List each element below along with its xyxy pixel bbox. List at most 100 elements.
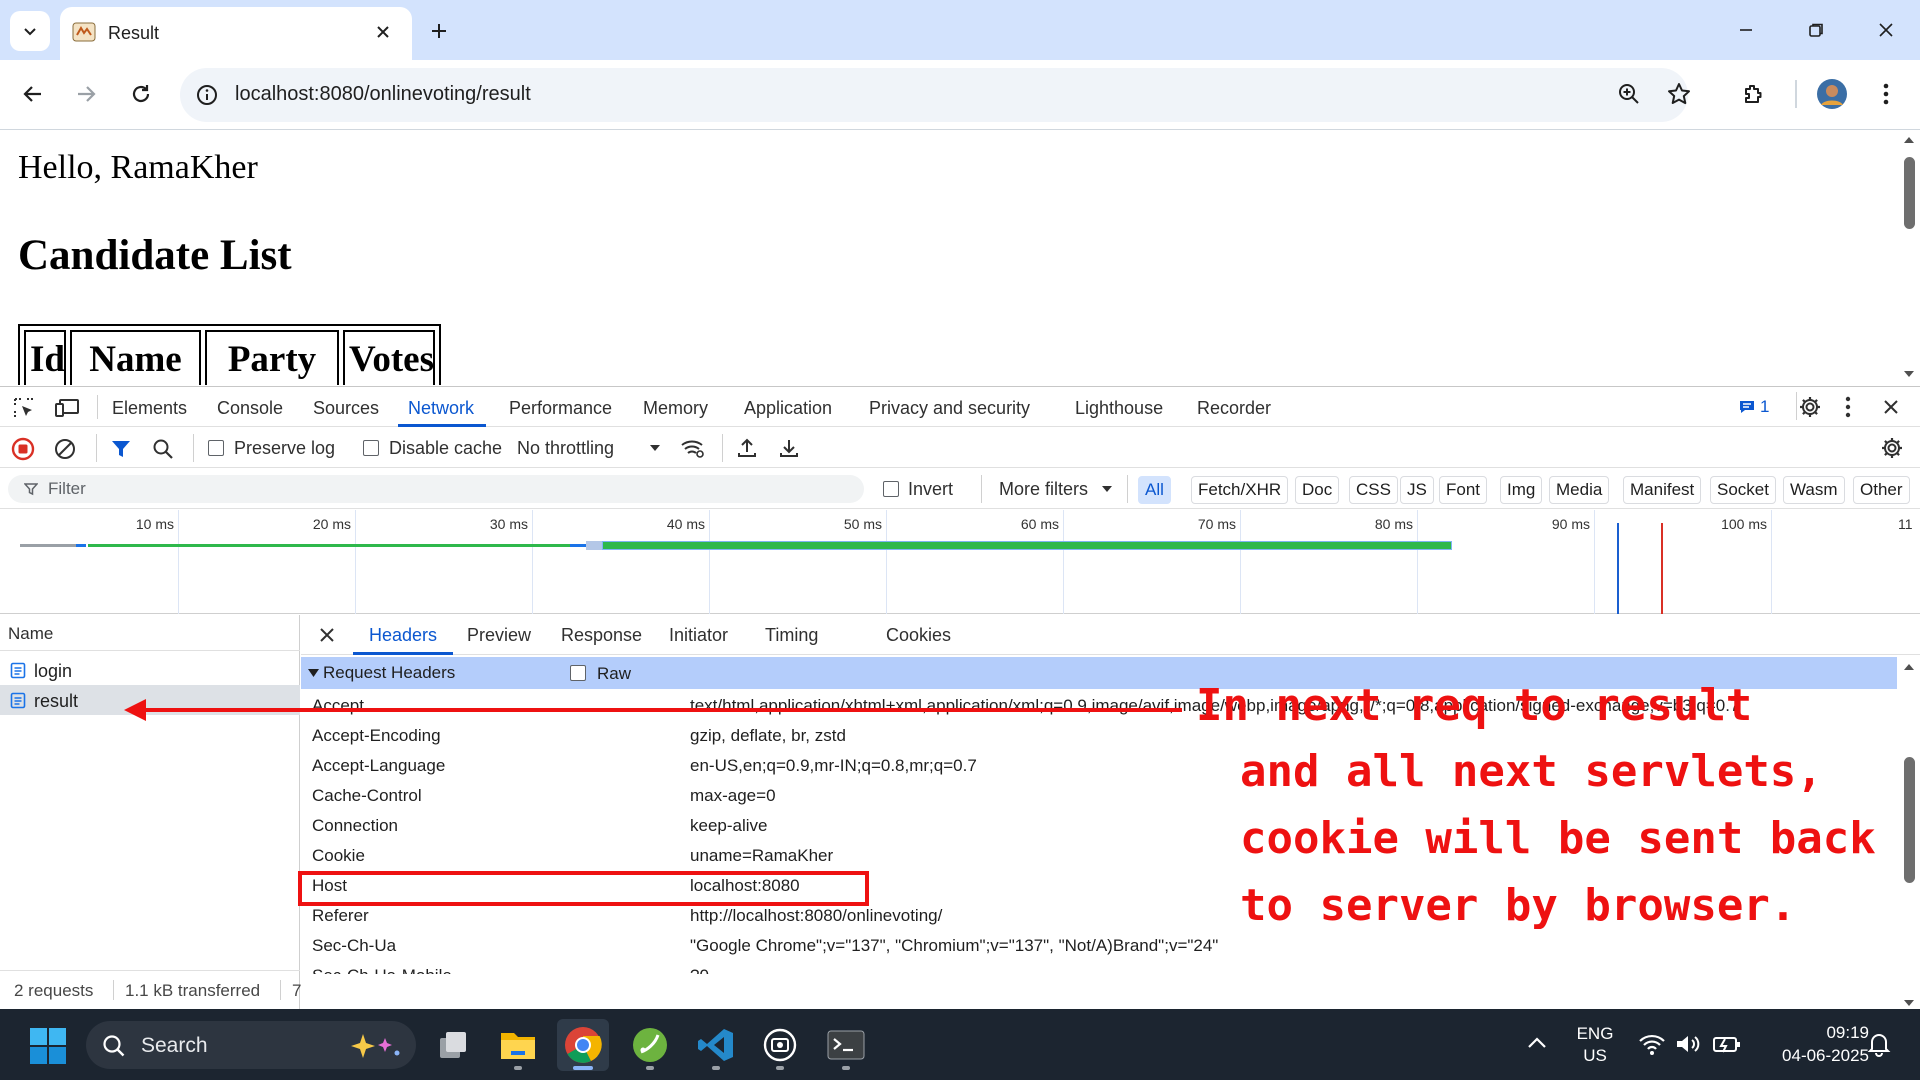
disable-cache-checkbox[interactable] xyxy=(363,440,379,456)
request-row-login[interactable]: login xyxy=(0,655,300,685)
devtools-menu-icon[interactable] xyxy=(1845,396,1851,418)
filter-type-font[interactable]: Font xyxy=(1439,476,1488,504)
filter-funnel-icon[interactable] xyxy=(110,438,132,460)
tab-network[interactable]: Network xyxy=(408,398,474,419)
tab-response[interactable]: Response xyxy=(561,625,642,646)
filter-type-css[interactable]: CSS xyxy=(1349,476,1398,504)
device-toolbar-icon[interactable] xyxy=(54,396,80,420)
close-tab-icon[interactable] xyxy=(371,20,395,44)
close-devtools-icon[interactable] xyxy=(1883,399,1899,415)
details-scrollbar[interactable] xyxy=(1899,657,1920,1009)
taskbar-search[interactable]: Search xyxy=(86,1021,416,1069)
tab-lighthouse[interactable]: Lighthouse xyxy=(1075,398,1163,419)
battery-icon[interactable] xyxy=(1712,1033,1742,1055)
snipping-tool-icon[interactable] xyxy=(754,1019,806,1071)
raw-checkbox[interactable] xyxy=(570,665,586,681)
tab-preview[interactable]: Preview xyxy=(467,625,531,646)
filter-type-socket[interactable]: Socket xyxy=(1710,476,1776,504)
filter-type-all[interactable]: All xyxy=(1138,476,1171,504)
search-icon[interactable] xyxy=(152,438,174,460)
tab-cookies[interactable]: Cookies xyxy=(886,625,951,646)
tab-privacy-security[interactable]: Privacy and security xyxy=(869,398,1030,419)
back-icon[interactable] xyxy=(13,74,53,114)
network-timeline[interactable]: 10 ms 20 ms 30 ms 40 ms 50 ms 60 ms 70 m… xyxy=(0,510,1920,614)
wifi-icon[interactable] xyxy=(1638,1032,1666,1056)
minimize-icon[interactable] xyxy=(1726,14,1766,46)
invert-checkbox[interactable] xyxy=(883,481,899,497)
tab-memory[interactable]: Memory xyxy=(643,398,708,419)
tab-headers[interactable]: Headers xyxy=(369,625,437,646)
profile-avatar[interactable] xyxy=(1812,74,1852,114)
tab-console[interactable]: Console xyxy=(217,398,283,419)
tab-recorder[interactable]: Recorder xyxy=(1197,398,1271,419)
import-har-icon[interactable] xyxy=(736,437,758,459)
toolbar-divider xyxy=(981,475,982,503)
filter-type-media[interactable]: Media xyxy=(1549,476,1610,504)
request-list-header[interactable]: Name xyxy=(0,615,300,651)
tab-performance[interactable]: Performance xyxy=(509,398,612,419)
browser-tab[interactable]: Result xyxy=(60,7,412,60)
new-tab-icon[interactable] xyxy=(422,14,456,48)
tab-elements[interactable]: Elements xyxy=(112,398,187,419)
details-scroll-thumb[interactable] xyxy=(1904,757,1915,883)
page-scroll-thumb[interactable] xyxy=(1904,157,1915,229)
spring-tool-suite-icon[interactable] xyxy=(624,1019,676,1071)
tab-sources[interactable]: Sources xyxy=(313,398,379,419)
stop-recording-icon[interactable] xyxy=(11,437,35,461)
restore-icon[interactable] xyxy=(1796,14,1836,46)
filter-type-js[interactable]: JS xyxy=(1400,476,1434,504)
zoom-icon[interactable] xyxy=(1617,82,1641,106)
preserve-log-checkbox[interactable] xyxy=(208,440,224,456)
filter-input[interactable]: Filter xyxy=(8,475,864,503)
extensions-icon[interactable] xyxy=(1733,74,1773,114)
filter-type-fetch-xhr[interactable]: Fetch/XHR xyxy=(1191,476,1289,504)
header-value[interactable]: ?0 xyxy=(690,966,709,974)
show-hidden-icons-chevron-icon[interactable] xyxy=(1527,1035,1547,1049)
header-value[interactable]: "Google Chrome";v="137", "Chromium";v="1… xyxy=(690,936,1218,956)
clear-icon[interactable] xyxy=(54,438,76,460)
inspect-element-icon[interactable] xyxy=(12,396,36,420)
close-details-icon[interactable] xyxy=(319,627,335,643)
bookmark-star-icon[interactable] xyxy=(1666,81,1692,107)
notifications-bell-icon[interactable] xyxy=(1866,1031,1892,1057)
tab-search-button[interactable] xyxy=(10,11,50,51)
filter-type-manifest[interactable]: Manifest xyxy=(1623,476,1702,504)
tab-application[interactable]: Application xyxy=(744,398,832,419)
windows-start-icon[interactable] xyxy=(30,1028,66,1064)
tab-initiator[interactable]: Initiator xyxy=(669,625,728,646)
address-bar[interactable]: localhost:8080/onlinevoting/result xyxy=(180,68,1690,122)
header-value[interactable]: http://localhost:8080/onlinevoting/ xyxy=(690,906,942,926)
forward-icon[interactable] xyxy=(66,74,106,114)
site-info-icon[interactable] xyxy=(196,84,218,106)
filter-type-doc[interactable]: Doc xyxy=(1295,476,1340,504)
page-scrollbar[interactable] xyxy=(1898,131,1920,385)
terminal-icon[interactable] xyxy=(820,1019,872,1071)
filter-type-other[interactable]: Other xyxy=(1853,476,1910,504)
header-value[interactable]: max-age=0 xyxy=(690,786,776,806)
header-value[interactable]: en-US,en;q=0.9,mr-IN;q=0.8,mr;q=0.7 xyxy=(690,756,977,776)
network-settings-icon[interactable] xyxy=(1880,436,1904,460)
throttling-select[interactable]: No throttling xyxy=(517,434,667,462)
close-window-icon[interactable] xyxy=(1866,14,1906,46)
task-view-icon[interactable] xyxy=(428,1019,480,1071)
issues-counter[interactable]: 1 xyxy=(1738,397,1769,417)
filter-type-wasm[interactable]: Wasm xyxy=(1783,476,1845,504)
chrome-icon[interactable] xyxy=(557,1019,609,1071)
header-value[interactable]: gzip, deflate, br, zstd xyxy=(690,726,846,746)
header-value[interactable]: uname=RamaKher xyxy=(690,846,833,866)
kebab-menu-icon[interactable] xyxy=(1866,74,1906,114)
input-language[interactable]: ENG US xyxy=(1573,1023,1617,1067)
export-har-icon[interactable] xyxy=(778,437,800,459)
reload-icon[interactable] xyxy=(121,74,161,114)
toolbar-divider xyxy=(722,434,723,462)
header-value[interactable]: keep-alive xyxy=(690,816,768,836)
network-conditions-icon[interactable] xyxy=(680,437,706,459)
system-clock[interactable]: 09:19 04-06-2025 xyxy=(1755,1021,1869,1067)
more-filters-dropdown[interactable]: More filters xyxy=(999,475,1117,503)
tab-timing[interactable]: Timing xyxy=(765,625,818,646)
filter-type-img[interactable]: Img xyxy=(1500,476,1543,504)
vscode-icon[interactable] xyxy=(690,1019,742,1071)
file-explorer-icon[interactable] xyxy=(492,1019,544,1071)
devtools-settings-icon[interactable] xyxy=(1798,395,1822,419)
volume-icon[interactable] xyxy=(1674,1032,1702,1056)
